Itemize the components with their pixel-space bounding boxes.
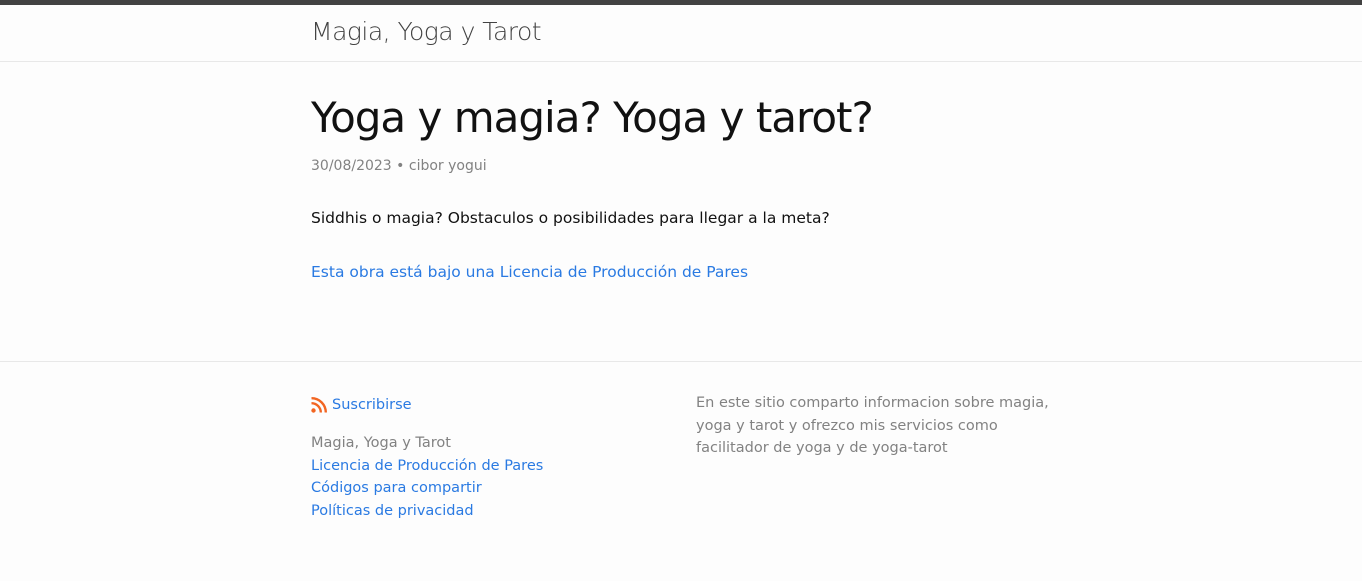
site-footer: Suscribirse Magia, Yoga y Tarot Licencia… <box>0 361 1362 581</box>
footer-description: En este sitio comparto informacion sobre… <box>696 395 1049 457</box>
footer-site-name: Magia, Yoga y Tarot <box>311 435 451 451</box>
footer-license-link[interactable]: Licencia de Producción de Pares <box>311 458 543 474</box>
license-link[interactable]: Esta obra está bajo una Licencia de Prod… <box>311 262 748 282</box>
meta-separator: • <box>396 158 405 174</box>
site-header: Magia, Yoga y Tarot <box>0 5 1362 62</box>
site-title-link[interactable]: Magia, Yoga y Tarot <box>311 17 542 47</box>
rss-feed-icon[interactable] <box>311 397 327 413</box>
footer-column-links: Suscribirse Magia, Yoga y Tarot Licencia… <box>311 395 681 523</box>
footer-share-codes-link[interactable]: Códigos para compartir <box>311 480 482 496</box>
footer-list-item: Políticas de privacidad <box>311 500 681 523</box>
post-title: Yoga y magia? Yoga y tarot? <box>311 93 874 142</box>
footer-list-item: Códigos para compartir <box>311 477 681 500</box>
post-author: cibor yogui <box>408 158 487 174</box>
subscribe-row[interactable]: Suscribirse <box>311 395 681 415</box>
subscribe-link[interactable]: Suscribirse <box>332 397 412 413</box>
footer-privacy-link[interactable]: Políticas de privacidad <box>311 503 474 519</box>
post-body-text: Siddhis o magia? Obstaculos o posibilida… <box>311 209 830 227</box>
post-content: Yoga y magia? Yoga y tarot? 30/08/2023 •… <box>0 62 1362 361</box>
post-date: 30/08/2023 <box>311 158 392 174</box>
post-meta: 30/08/2023 • cibor yogui <box>311 157 487 175</box>
footer-link-list: Magia, Yoga y Tarot Licencia de Producci… <box>311 432 681 523</box>
footer-list-item: Licencia de Producción de Pares <box>311 455 681 478</box>
